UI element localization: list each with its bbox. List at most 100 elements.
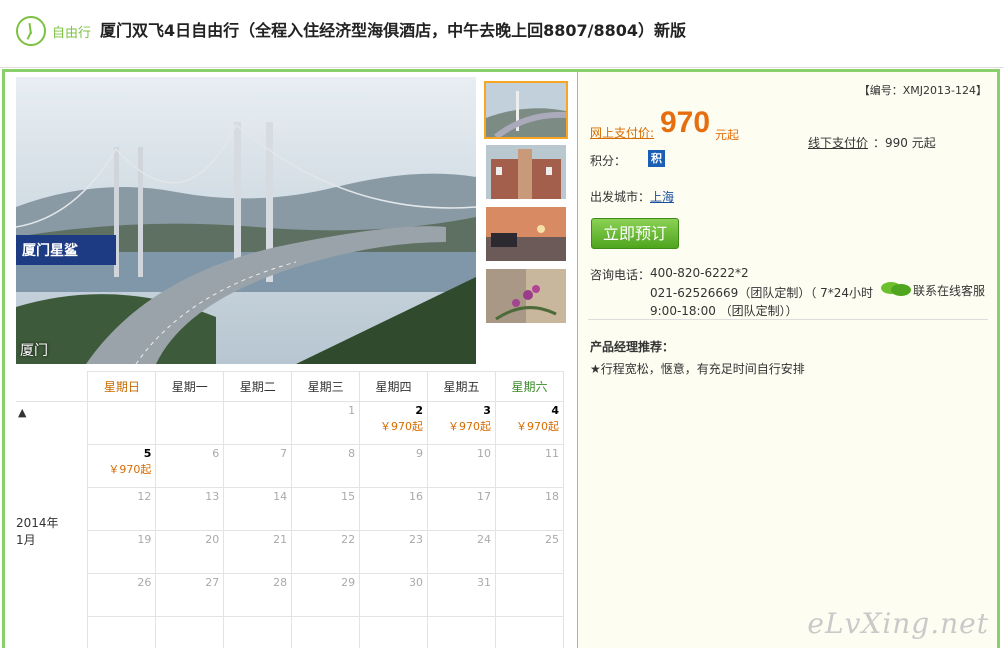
weekday-header: 星期一 [155, 371, 225, 402]
sign-text: 厦门星鲨 [22, 242, 78, 258]
info-panel: 【编号：XMJ2013-124】 网上支付价: 970 元起 线下支付价 ：99… [577, 72, 997, 648]
online-price-unit: 元起 [715, 128, 740, 142]
calendar-day-cell: 13 [155, 487, 225, 531]
calendar-day-price: ￥970起 [516, 420, 559, 433]
page-title: 厦门双飞4日自由行（全程入住经济型海俱酒店，中午去晚上回8807/8804）新版 [100, 21, 687, 40]
calendar-day-cell: 6 [155, 444, 225, 488]
offline-price: ：990 元起 [873, 136, 936, 150]
calendar-day-number: 29 [341, 576, 356, 589]
phone-hours: 9:00-18:00 （团队定制）） [650, 304, 798, 318]
calendar-day-cell: 21 [223, 530, 293, 574]
manager-recommend-text: ★行程宽松，惬意，有充足时间自行安排 [590, 362, 805, 376]
calendar-week-row: 5 ￥970起 6 7 8 9 10 11 [16, 444, 565, 488]
departure-calendar: 星期日 星期一 星期二 星期三 星期四 星期五 星期六 ▲2014年1月▼12￥… [16, 371, 565, 648]
chat-bubble-icon[interactable] [880, 280, 912, 298]
calendar-day-number: 28 [273, 576, 288, 589]
departure-city-link[interactable]: 上海 [650, 188, 674, 205]
thumbnail-strip [484, 81, 570, 329]
calendar-day-cell [223, 401, 293, 445]
calendar-day-cell: 22 [291, 530, 361, 574]
calendar-day-number: 20 [205, 533, 220, 546]
phone-number-1: 400-820-6222*2 [650, 266, 749, 280]
main-photo: 厦门星鲨 厦门 [16, 77, 476, 364]
thumbnail-building[interactable] [484, 143, 568, 201]
calendar-day-cell: 24 [427, 530, 496, 574]
calendar-day-cell: 10 [427, 444, 496, 488]
weekday-header: 星期日 [87, 371, 157, 402]
calendar-day-number: 9 [416, 447, 424, 460]
calendar-week-row [16, 616, 565, 648]
calendar-day-number: 25 [545, 533, 559, 546]
calendar-day-number: 18 [545, 490, 559, 503]
calendar-day-number: 3 [483, 404, 491, 417]
calendar-day-cell: 11 [494, 444, 565, 488]
calendar-day-cell: 29 [291, 573, 361, 617]
thumbnail-sunset-harbor[interactable] [484, 205, 568, 263]
calendar-day-number: 6 [212, 447, 220, 460]
calendar-day-cell [87, 616, 157, 648]
page-header: 自由行 厦门双飞4日自由行（全程入住经济型海俱酒店，中午去晚上回8807/880… [0, 0, 1003, 68]
calendar-day-number: 5 [143, 447, 152, 460]
weekday-header: 星期二 [223, 371, 293, 402]
calendar-day-cell[interactable]: 5 ￥970起 [87, 444, 157, 488]
calendar-day-cell: 23 [359, 530, 429, 574]
calendar-day-number: 15 [341, 490, 356, 503]
calendar-day-cell: 19 [87, 530, 157, 574]
online-service-link[interactable]: 联系在线客服 [913, 282, 985, 299]
calendar-day-cell: 25 [494, 530, 565, 574]
calendar-day-cell: 20 [155, 530, 225, 574]
weekday-header: 星期五 [427, 371, 496, 402]
calendar-week-row: ▲2014年1月▼12￥970起3￥970起4￥970起 [16, 401, 565, 648]
book-now-button[interactable]: 立即预订 [591, 218, 679, 249]
phone-label: 咨询电话： [590, 268, 651, 282]
online-price-link[interactable]: 网上支付价: [590, 124, 654, 141]
calendar-day-cell: 16 [359, 487, 429, 531]
thumbnail-bridge[interactable] [484, 81, 568, 139]
points-label: 积分： [590, 154, 627, 168]
weekday-header: 星期四 [359, 371, 429, 402]
prev-month-arrow-icon[interactable]: ▲ [18, 406, 26, 419]
calendar-day-number: 11 [545, 447, 559, 460]
left-panel: 厦门星鲨 厦门 星期日 星期一 星期二 星期三 星期四 星期五 星期六 ▲ 20… [5, 72, 576, 648]
offline-price-link[interactable]: 线下支付价 [808, 134, 868, 151]
calendar-day-cell: 28 [223, 573, 293, 617]
calendar-day-cell [155, 616, 225, 648]
calendar-day-number: 8 [348, 447, 356, 460]
calendar-day-cell: 31 [427, 573, 496, 617]
product-type-badge: 自由行 [52, 26, 92, 41]
calendar-day-cell[interactable]: 3 ￥970起 [427, 401, 496, 445]
calendar-day-cell: 18 [494, 487, 565, 531]
calendar-day-cell: 8 [291, 444, 361, 488]
weekday-header: 星期六 [494, 371, 565, 402]
calendar-day-number: 14 [273, 490, 288, 503]
weekday-header: 星期三 [291, 371, 361, 402]
calendar-month: 1月 [16, 532, 36, 547]
calendar-day-cell [359, 616, 429, 648]
calendar-day-number: 7 [280, 447, 288, 460]
calendar-day-number: 10 [476, 447, 491, 460]
calendar-day-number: 26 [137, 576, 152, 589]
calendar-day-cell [427, 616, 496, 648]
calendar-day-cell [494, 616, 565, 648]
calendar-day-number: 17 [476, 490, 491, 503]
calendar-day-cell [87, 401, 157, 445]
divider [588, 319, 988, 320]
calendar-day-number: 19 [137, 533, 152, 546]
calendar-day-cell [291, 616, 361, 648]
calendar-day-cell: 9 [359, 444, 429, 488]
calendar-day-number: 21 [273, 533, 288, 546]
calendar-day-number: 22 [341, 533, 356, 546]
clock-icon [16, 16, 46, 46]
online-price: 970 [660, 106, 711, 139]
calendar-day-cell[interactable]: 2 ￥970起 [359, 401, 429, 445]
calendar-day-number: 13 [205, 490, 220, 503]
calendar-day-number: 31 [476, 576, 491, 589]
thumbnail-flowers[interactable] [484, 267, 568, 325]
calendar-day-cell: 1 [291, 401, 361, 445]
calendar-day-price: ￥970起 [380, 420, 424, 433]
calendar-day-cell[interactable]: 4 ￥970起 [494, 401, 565, 445]
calendar-day-number: 1 [348, 404, 356, 417]
photo-caption: 厦门 [20, 343, 48, 359]
product-frame: 厦门星鲨 厦门 星期日 星期一 星期二 星期三 星期四 星期五 星期六 ▲ 20… [2, 69, 1000, 648]
calendar-year: 2014年 [16, 515, 59, 530]
